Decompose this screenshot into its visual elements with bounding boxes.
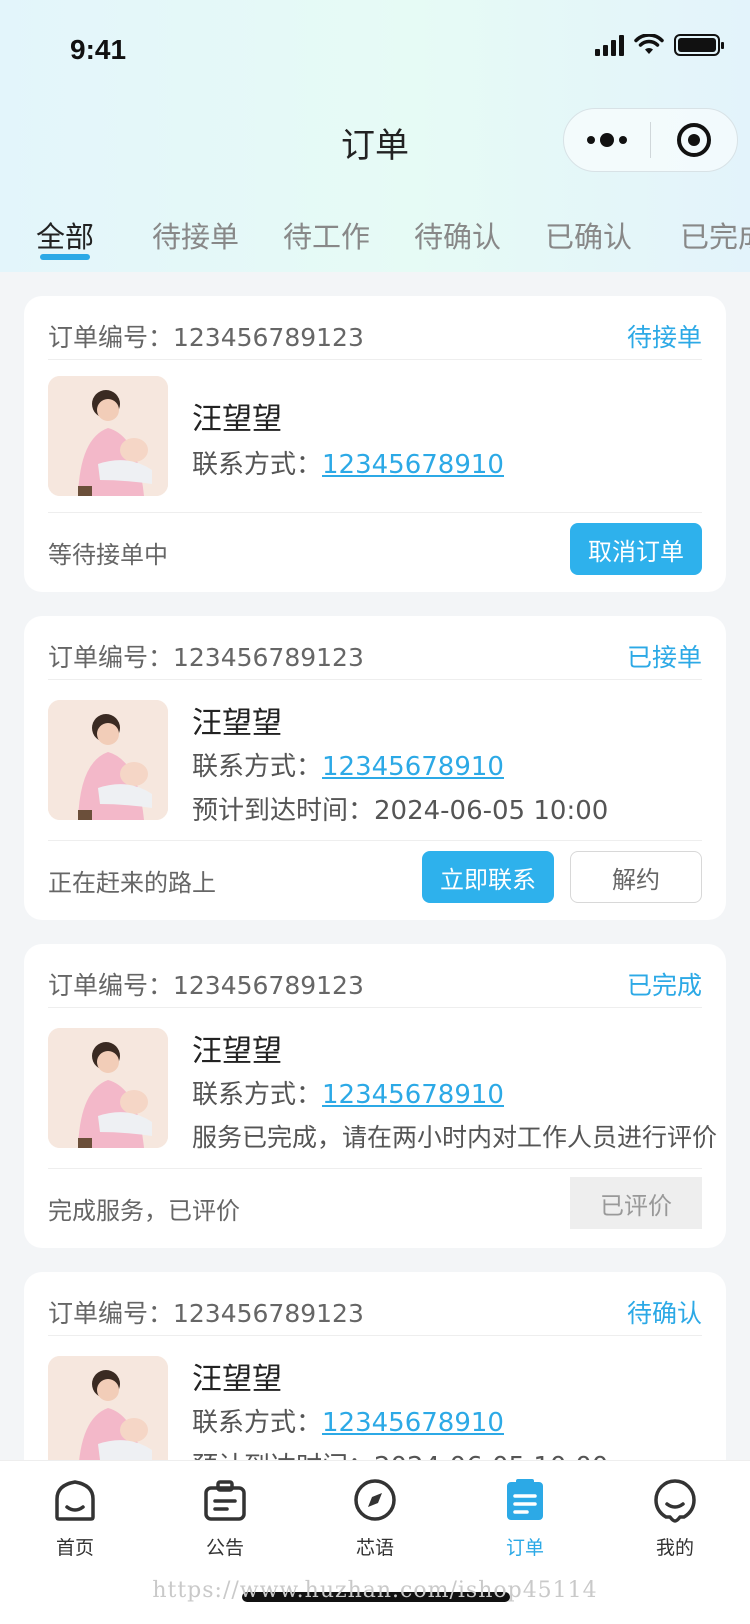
caregiver-avatar (48, 1028, 168, 1148)
order-progress-text: 正在赶来的路上 (48, 869, 216, 897)
order-card[interactable]: 订单编号：123456789123 已接单 汪望望 联系方式：123456789… (24, 616, 726, 920)
tab-all[interactable]: 全部 (36, 214, 94, 256)
contact-line: 联系方式：12345678910 (192, 1074, 504, 1111)
order-card-footer: 正在赶来的路上 立即联系 解约 (48, 840, 702, 920)
estimated-arrival-time: 预计到达时间：2024-06-05 10:00 (192, 796, 609, 826)
status-icons (595, 34, 724, 56)
tab-completed[interactable]: 已完成 (680, 214, 750, 256)
caregiver-avatar (48, 700, 168, 820)
status-bar: 9:41 (0, 0, 750, 100)
order-status-badge: 已完成 (626, 971, 702, 1000)
contact-line: 联系方式：12345678910 (192, 1402, 504, 1439)
tab-pending-confirm[interactable]: 待确认 (414, 214, 501, 256)
caregiver-name: 汪望望 (192, 706, 282, 741)
contact-now-button[interactable]: 立即联系 (422, 851, 554, 903)
order-progress-text: 等待接单中 (48, 541, 168, 569)
active-tab-indicator (40, 254, 90, 260)
order-icon (507, 1479, 543, 1520)
order-card-header: 订单编号：123456789123 已完成 (48, 944, 702, 1008)
phone-link[interactable]: 12345678910 (322, 450, 504, 480)
profile-icon (654, 1479, 696, 1523)
tab-pending-accept[interactable]: 待接单 (152, 214, 239, 256)
tabbar-label: 首页 (55, 1537, 94, 1559)
phone-link[interactable]: 12345678910 (322, 752, 504, 782)
reviewed-button[interactable]: 已评价 (570, 1177, 702, 1229)
phone-link[interactable]: 12345678910 (322, 1408, 504, 1438)
tabbar-item-notice[interactable]: 公告 (175, 1477, 275, 1560)
caregiver-avatar (48, 1356, 168, 1476)
caregiver-name: 汪望望 (192, 402, 282, 437)
tab-confirmed[interactable]: 已确认 (545, 214, 632, 256)
miniprogram-capsule (563, 108, 738, 172)
order-card[interactable]: 订单编号：123456789123 待接单 汪望望 联系方式：123456789… (24, 296, 726, 592)
caregiver-name: 汪望望 (192, 1362, 282, 1397)
order-card[interactable]: 订单编号：123456789123 已完成 汪望望 联系方式：123456789… (24, 944, 726, 1248)
tabbar-item-xinyu[interactable]: 芯语 (325, 1477, 425, 1560)
phone-link[interactable]: 12345678910 (322, 1080, 504, 1110)
caregiver-avatar (48, 376, 168, 496)
contact-label: 联系方式： (192, 1408, 323, 1438)
tabbar-label: 公告 (205, 1537, 244, 1559)
order-number: 订单编号：123456789123 (48, 1299, 364, 1328)
contact-label: 联系方式： (192, 1080, 323, 1110)
order-status-badge: 已接单 (626, 643, 702, 672)
order-card-header: 订单编号：123456789123 待接单 (48, 296, 702, 360)
status-time: 9:41 (70, 34, 127, 65)
tabbar-label: 芯语 (355, 1537, 394, 1559)
tabbar-item-orders[interactable]: 订单 (475, 1477, 575, 1560)
order-status-tabs: 全部 待接单 待工作 待确认 已确认 已完成 (0, 188, 750, 272)
wifi-icon (634, 34, 664, 54)
order-status-badge: 待接单 (626, 323, 702, 352)
order-card-footer: 完成服务，已评价 已评价 (48, 1168, 702, 1248)
order-status-badge: 待确认 (626, 1299, 702, 1328)
cancel-order-button[interactable]: 取消订单 (570, 523, 702, 575)
notice-icon (204, 1480, 246, 1521)
order-progress-text: 完成服务，已评价 (48, 1197, 240, 1225)
service-completed-note: 服务已完成，请在两小时内对工作人员进行评价 (192, 1123, 718, 1152)
cellular-signal-icon (595, 34, 624, 56)
battery-icon (674, 34, 724, 56)
terminate-contract-button[interactable]: 解约 (570, 851, 702, 903)
order-number: 订单编号：123456789123 (48, 643, 364, 672)
tabbar-label: 我的 (655, 1537, 694, 1559)
order-number: 订单编号：123456789123 (48, 971, 364, 1000)
tabbar-item-profile[interactable]: 我的 (625, 1477, 725, 1560)
order-card-header: 订单编号：123456789123 待确认 (48, 1272, 702, 1336)
navigation-bar: 订单 (0, 100, 750, 188)
order-number: 订单编号：123456789123 (48, 323, 364, 352)
caregiver-name: 汪望望 (192, 1034, 282, 1069)
order-card-header: 订单编号：123456789123 已接单 (48, 616, 702, 680)
home-icon (55, 1480, 95, 1521)
contact-label: 联系方式： (192, 752, 323, 782)
compass-icon (354, 1479, 396, 1521)
tabbar-item-home[interactable]: 首页 (25, 1477, 125, 1560)
more-options-icon[interactable] (564, 133, 650, 147)
order-card-footer: 等待接单中 取消订单 (48, 512, 702, 592)
tabbar-label: 订单 (505, 1537, 544, 1559)
contact-line: 联系方式：12345678910 (192, 746, 504, 783)
contact-line: 联系方式：12345678910 (192, 444, 504, 481)
close-miniprogram-icon[interactable] (651, 123, 737, 157)
watermark-text: https://www.huzhan.com/ishop45114 (152, 1578, 598, 1603)
tab-pending-work[interactable]: 待工作 (283, 214, 370, 256)
contact-label: 联系方式： (192, 450, 323, 480)
